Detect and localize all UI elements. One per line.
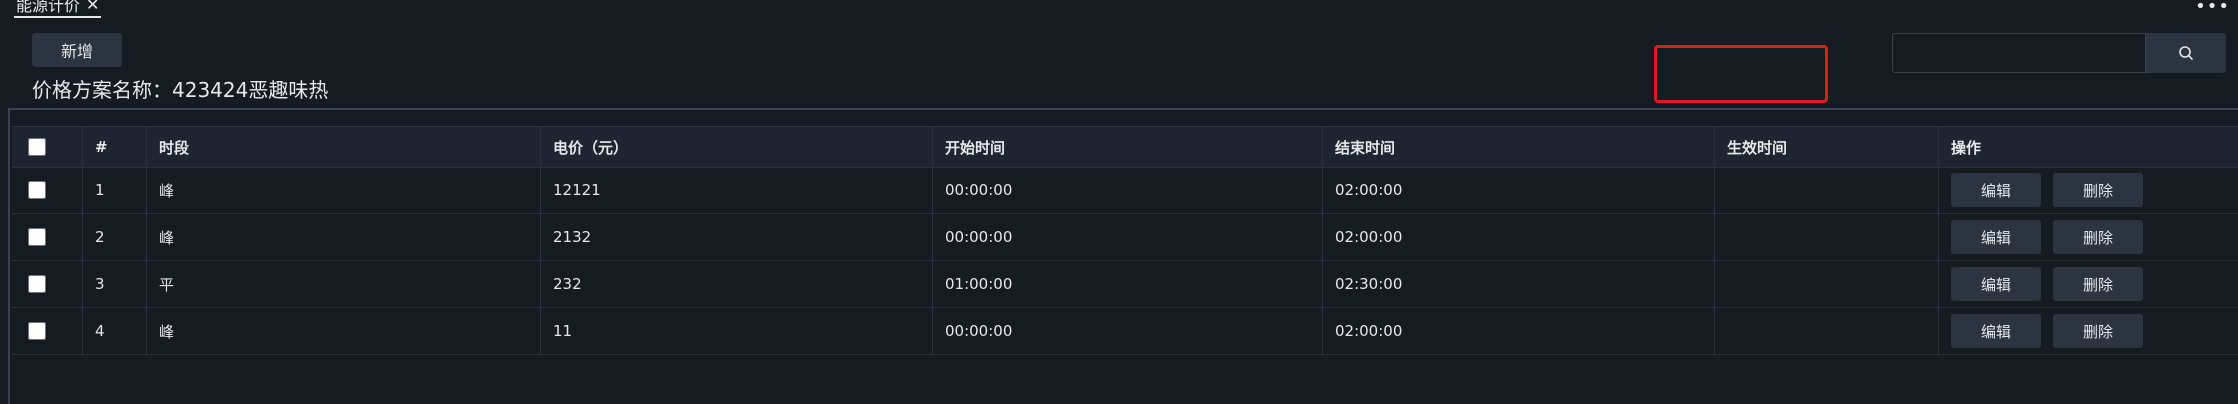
scheme-name-label: 价格方案名称：	[32, 78, 172, 102]
row-select-cell	[12, 308, 82, 354]
row-price: 12121	[540, 167, 932, 213]
table-row: 2 峰 2132 00:00:00 02:00:00 编辑 删除	[12, 214, 2238, 261]
row-period: 峰	[146, 214, 540, 260]
select-all-checkbox[interactable]	[28, 138, 46, 156]
delete-button[interactable]: 删除	[2053, 314, 2143, 348]
edit-button[interactable]: 编辑	[1951, 220, 2041, 254]
tab-label: 能源计价	[16, 0, 81, 15]
highlight-box	[1654, 45, 1828, 103]
row-select-cell	[12, 261, 82, 307]
table-header: # 时段 电价（元） 开始时间 结束时间 生效时间 操作	[12, 126, 2238, 168]
row-select-cell	[12, 214, 82, 260]
search-button[interactable]	[2146, 33, 2226, 73]
header-effective-time: 生效时间	[1714, 127, 1938, 167]
row-start-time: 00:00:00	[932, 167, 1322, 213]
edit-button[interactable]: 编辑	[1951, 267, 2041, 301]
more-icon[interactable]: •••	[2195, 0, 2230, 17]
page: 能源计价 ✕ ••• 新增 价格方案名称： 423424恶趣味热 # 时段 电价…	[0, 0, 2238, 404]
row-index: 3	[82, 261, 146, 307]
tab-energy-pricing[interactable]: 能源计价 ✕	[14, 0, 102, 18]
row-start-time: 00:00:00	[932, 308, 1322, 354]
row-checkbox[interactable]	[28, 275, 46, 293]
row-select-cell	[12, 167, 82, 213]
header-start-time: 开始时间	[932, 127, 1322, 167]
row-operations: 编辑 删除	[1938, 214, 2238, 260]
header-price: 电价（元）	[540, 127, 932, 167]
header-end-time: 结束时间	[1322, 127, 1714, 167]
scheme-name: 价格方案名称： 423424恶趣味热	[32, 74, 328, 103]
row-effective-time	[1714, 308, 1938, 354]
header-select-cell	[12, 127, 82, 167]
table-row: 4 峰 11 00:00:00 02:00:00 编辑 删除	[12, 308, 2238, 355]
row-period: 峰	[146, 308, 540, 354]
row-operations: 编辑 删除	[1938, 308, 2238, 354]
tab-bar: 能源计价 ✕ •••	[0, 0, 2238, 20]
row-index: 4	[82, 308, 146, 354]
row-checkbox[interactable]	[28, 228, 46, 246]
edit-button[interactable]: 编辑	[1951, 173, 2041, 207]
row-start-time: 00:00:00	[932, 214, 1322, 260]
row-checkbox[interactable]	[28, 181, 46, 199]
row-effective-time	[1714, 167, 1938, 213]
row-effective-time	[1714, 261, 1938, 307]
close-icon[interactable]: ✕	[86, 0, 99, 14]
row-period: 平	[146, 261, 540, 307]
delete-button[interactable]: 删除	[2053, 220, 2143, 254]
row-operations: 编辑 删除	[1938, 261, 2238, 307]
row-end-time: 02:30:00	[1322, 261, 1714, 307]
table-row: 3 平 232 01:00:00 02:30:00 编辑 删除	[12, 261, 2238, 308]
row-checkbox[interactable]	[28, 322, 46, 340]
search-icon	[2179, 46, 2193, 60]
edit-button[interactable]: 编辑	[1951, 314, 2041, 348]
row-end-time: 02:00:00	[1322, 167, 1714, 213]
row-index: 2	[82, 214, 146, 260]
header-period: 时段	[146, 127, 540, 167]
search-input[interactable]	[1892, 33, 2146, 73]
row-start-time: 01:00:00	[932, 261, 1322, 307]
delete-button[interactable]: 删除	[2053, 267, 2143, 301]
header-index: #	[82, 127, 146, 167]
table-row: 1 峰 12121 00:00:00 02:00:00 编辑 删除	[12, 167, 2238, 214]
pricing-table: # 时段 电价（元） 开始时间 结束时间 生效时间 操作 1 峰 12121 0…	[8, 108, 2238, 404]
delete-button[interactable]: 删除	[2053, 173, 2143, 207]
row-effective-time	[1714, 214, 1938, 260]
row-period: 峰	[146, 167, 540, 213]
row-end-time: 02:00:00	[1322, 308, 1714, 354]
add-button[interactable]: 新增	[32, 33, 122, 67]
scheme-name-value: 423424恶趣味热	[172, 78, 329, 102]
row-operations: 编辑 删除	[1938, 167, 2238, 213]
row-price: 2132	[540, 214, 932, 260]
header-operations: 操作	[1938, 127, 2238, 167]
search-bar	[1892, 33, 2226, 73]
row-index: 1	[82, 167, 146, 213]
row-price: 232	[540, 261, 932, 307]
row-price: 11	[540, 308, 932, 354]
row-end-time: 02:00:00	[1322, 214, 1714, 260]
